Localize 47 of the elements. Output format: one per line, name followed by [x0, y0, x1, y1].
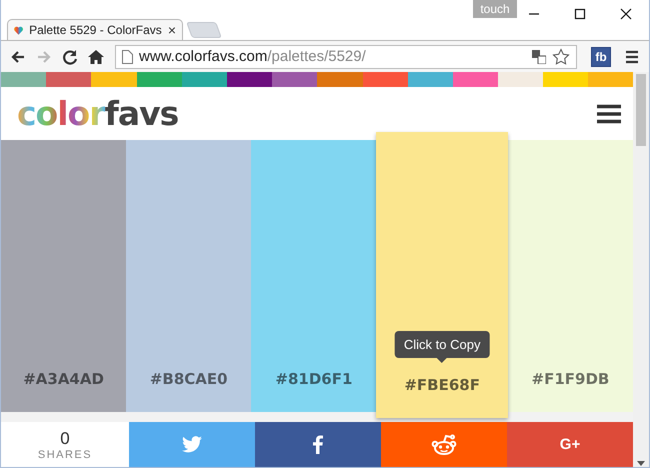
bird-icon [182, 436, 202, 453]
color-stripe[interactable] [46, 72, 92, 87]
color-stripe[interactable] [498, 72, 544, 87]
hex-code: #F1F9DB [532, 370, 610, 388]
address-bar[interactable]: www.colorfavs.com/palettes/5529/ [115, 44, 577, 68]
browser-tab[interactable]: Palette 5529 - ColorFavs × [7, 19, 183, 40]
color-stripe[interactable] [226, 72, 272, 87]
color-stripe[interactable] [362, 72, 408, 87]
color-swatch[interactable]: #A3A4AD [1, 140, 126, 412]
color-swatch[interactable]: #B8CAE0 [126, 140, 252, 412]
scrollbar-thumb[interactable] [636, 74, 646, 146]
share-count: 0 [60, 428, 70, 448]
extension-button[interactable]: fb [591, 46, 611, 66]
url-text: www.colorfavs.com/palettes/5529/ [139, 48, 367, 65]
star-icon[interactable] [552, 48, 570, 66]
color-stripe[interactable] [1, 72, 46, 87]
hex-code: #B8CAE0 [150, 370, 228, 388]
facebook-icon [313, 435, 323, 454]
color-stripe[interactable] [91, 72, 137, 87]
translate-icon[interactable] [532, 50, 546, 64]
menu-icon[interactable] [597, 104, 621, 124]
color-stripe[interactable] [408, 72, 453, 87]
page-icon [122, 50, 133, 64]
hex-code: #FBE68F [404, 376, 480, 394]
color-swatch[interactable]: #81D6F1 [251, 140, 376, 412]
color-swatch[interactable]: #F1F9DB [508, 140, 634, 412]
alien-icon [431, 434, 457, 456]
color-stripe[interactable] [136, 72, 182, 87]
hex-code: #81D6F1 [275, 370, 352, 388]
color-stripe[interactable] [272, 72, 318, 87]
color-stripe[interactable] [588, 72, 634, 87]
share-button[interactable] [129, 422, 255, 467]
hex-code: #A3A4AD [23, 370, 104, 388]
color-stripe[interactable] [182, 72, 227, 87]
color-stripe[interactable] [543, 72, 588, 87]
shares-label: SHARES [38, 448, 92, 460]
close-tab-button[interactable]: × [168, 22, 176, 38]
scroll-down-icon[interactable] [637, 461, 645, 467]
color-stripe[interactable] [317, 72, 362, 87]
tab-title: Palette 5529 - ColorFavs [29, 23, 162, 37]
touch-badge: touch [473, 0, 517, 18]
color-swatch[interactable]: Click to Copy #FBE68F [376, 132, 508, 418]
tooltip: Click to Copy [394, 331, 490, 363]
share-button[interactable] [381, 422, 507, 467]
color-stripe[interactable] [452, 72, 498, 87]
share-button[interactable]: G+ [507, 422, 633, 467]
new-tab-button[interactable] [186, 22, 222, 38]
